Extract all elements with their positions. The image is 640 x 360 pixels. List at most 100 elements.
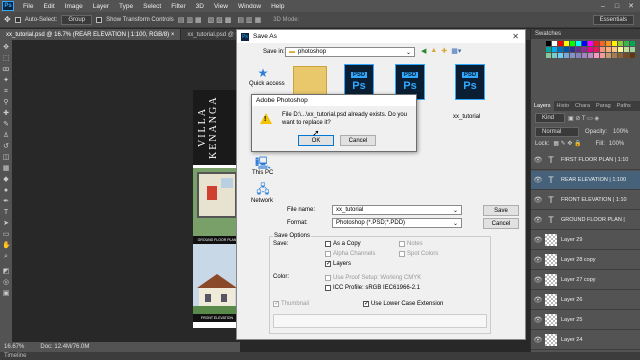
tab-paragraph[interactable]: Parag: [593, 101, 614, 111]
swatch[interactable]: [582, 47, 587, 52]
zoom-level[interactable]: 16.67%: [4, 344, 24, 350]
layer-row[interactable]: 👁 T FIRST FLOOR PLAN | 1:10: [531, 151, 640, 170]
filter-icons[interactable]: ▣ ⊘ T ▭ ◈: [568, 115, 599, 122]
layer-row[interactable]: 👁 Layer 25: [531, 311, 640, 330]
hand-tool-icon[interactable]: ✋: [2, 242, 11, 250]
doc-tab-active[interactable]: xx_tutorial.psd @ 16.7% (REAR ELEVATION …: [0, 29, 182, 40]
swatch[interactable]: [564, 53, 569, 58]
swatch[interactable]: [546, 53, 551, 58]
swatch[interactable]: [552, 53, 557, 58]
gradient-tool-icon[interactable]: ▦: [2, 165, 10, 173]
eyedropper-icon[interactable]: ⚲: [2, 99, 10, 107]
minimize-icon[interactable]: –: [596, 0, 610, 12]
auto-select-checkbox[interactable]: [14, 16, 21, 23]
swatch[interactable]: [594, 53, 599, 58]
swatch[interactable]: [600, 53, 605, 58]
swatch[interactable]: [558, 53, 563, 58]
tab-histogram[interactable]: Histo: [554, 101, 573, 111]
swatch[interactable]: [624, 53, 629, 58]
swatch[interactable]: [612, 47, 617, 52]
use-proof-setup-checkbox[interactable]: Use Proof Setup: Working CMYK: [325, 275, 421, 281]
visibility-eye-icon[interactable]: 👁: [531, 216, 545, 224]
blur-tool-icon[interactable]: ◆: [2, 176, 10, 184]
timeline-label[interactable]: Timeline: [4, 353, 26, 359]
file-name-input[interactable]: xx_tutorial ⌄: [332, 205, 462, 215]
menu-layer[interactable]: Layer: [88, 3, 114, 10]
tab-layers[interactable]: Layers: [531, 101, 554, 111]
menu-edit[interactable]: Edit: [38, 3, 59, 10]
swatch[interactable]: [606, 53, 611, 58]
maximize-icon[interactable]: □: [610, 0, 624, 12]
healing-brush-icon[interactable]: ✚: [2, 110, 10, 118]
swatch[interactable]: [552, 41, 557, 46]
swatch[interactable]: [612, 41, 617, 46]
tab-paths[interactable]: Paths: [614, 101, 634, 111]
foreground-background-icon[interactable]: ◩: [2, 268, 10, 276]
swatch[interactable]: [564, 47, 569, 52]
layer-row[interactable]: 👁 Layer 26: [531, 291, 640, 310]
save-button[interactable]: Save: [483, 205, 519, 216]
menu-window[interactable]: Window: [233, 3, 266, 10]
swatch[interactable]: [558, 41, 563, 46]
move-tool-icon[interactable]: ✥: [2, 44, 10, 52]
swatch[interactable]: [624, 41, 629, 46]
swatch[interactable]: [600, 47, 605, 52]
swatch[interactable]: [576, 53, 581, 58]
quick-mask-icon[interactable]: ◎: [2, 279, 10, 287]
swatch[interactable]: [618, 53, 623, 58]
history-brush-icon[interactable]: ↺: [2, 143, 10, 151]
document-artwork[interactable]: VILLA KENANGA GROUND FLOOR PLAN FRONT EL…: [193, 90, 241, 328]
as-a-copy-checkbox[interactable]: As a Copy: [325, 241, 361, 247]
lock-icons[interactable]: ▦ ✎ ✥ 🔒: [553, 140, 581, 147]
new-folder-icon[interactable]: ✚: [441, 47, 447, 55]
swatch[interactable]: [624, 47, 629, 52]
menu-filter[interactable]: Filter: [166, 3, 190, 10]
type-tool-icon[interactable]: T: [2, 209, 10, 217]
swatch[interactable]: [552, 47, 557, 52]
visibility-eye-icon[interactable]: 👁: [531, 296, 545, 304]
spot-colors-checkbox[interactable]: Spot Colors: [399, 251, 438, 257]
visibility-eye-icon[interactable]: 👁: [531, 156, 545, 164]
visibility-eye-icon[interactable]: 👁: [531, 336, 545, 344]
pen-tool-icon[interactable]: ✒: [2, 198, 10, 206]
cancel-button[interactable]: Cancel: [483, 218, 519, 229]
visibility-eye-icon[interactable]: 👁: [531, 196, 545, 204]
auto-select-dropdown[interactable]: Group: [61, 14, 93, 25]
swatch[interactable]: [576, 47, 581, 52]
align-icons[interactable]: ▤▥▦ ▧▨▩ ▤▥▦: [178, 16, 263, 24]
opacity-value[interactable]: 100%: [613, 129, 628, 135]
swatch[interactable]: [630, 47, 635, 52]
format-dropdown[interactable]: Photoshop (*.PSD;*.PDD) ⌄: [332, 218, 462, 228]
swatch[interactable]: [600, 41, 605, 46]
dodge-tool-icon[interactable]: ●: [2, 187, 10, 195]
layer-row[interactable]: 👁 T GROUND FLOOR PLAN |: [531, 211, 640, 230]
menu-3d[interactable]: 3D: [191, 3, 209, 10]
kind-filter-dropdown[interactable]: Kind: [535, 113, 565, 123]
swatch[interactable]: [612, 53, 617, 58]
swatch[interactable]: [594, 41, 599, 46]
psd-file-4[interactable]: PSD Ps: [455, 64, 485, 100]
swatch[interactable]: [546, 47, 551, 52]
stamp-tool-icon[interactable]: ♙: [2, 132, 10, 140]
menu-select[interactable]: Select: [138, 3, 166, 10]
menu-view[interactable]: View: [209, 3, 233, 10]
swatch[interactable]: [576, 41, 581, 46]
workspace-dropdown[interactable]: Essentials: [592, 15, 634, 25]
layer-row[interactable]: 👁 T FRONT ELEVATION | 1:10: [531, 191, 640, 210]
visibility-eye-icon[interactable]: 👁: [531, 256, 545, 264]
lasso-tool-icon[interactable]: ꝏ: [2, 66, 10, 74]
swatch[interactable]: [564, 41, 569, 46]
swatch[interactable]: [570, 47, 575, 52]
swatch[interactable]: [588, 47, 593, 52]
swatch[interactable]: [546, 41, 551, 46]
swatch[interactable]: [582, 41, 587, 46]
star-icon[interactable]: ★: [255, 66, 271, 80]
lower-case-ext-checkbox[interactable]: ✓ Use Lower Case Extension: [363, 301, 443, 307]
swatch[interactable]: [618, 47, 623, 52]
quick-access-link[interactable]: Quick access: [249, 81, 285, 87]
back-icon[interactable]: ◀: [421, 47, 426, 55]
swatch[interactable]: [606, 47, 611, 52]
layer-row[interactable]: 👁 Layer 27 copy: [531, 271, 640, 290]
menu-file[interactable]: File: [18, 3, 38, 10]
thumbnail-checkbox[interactable]: ✓ Thumbnail: [273, 301, 309, 307]
